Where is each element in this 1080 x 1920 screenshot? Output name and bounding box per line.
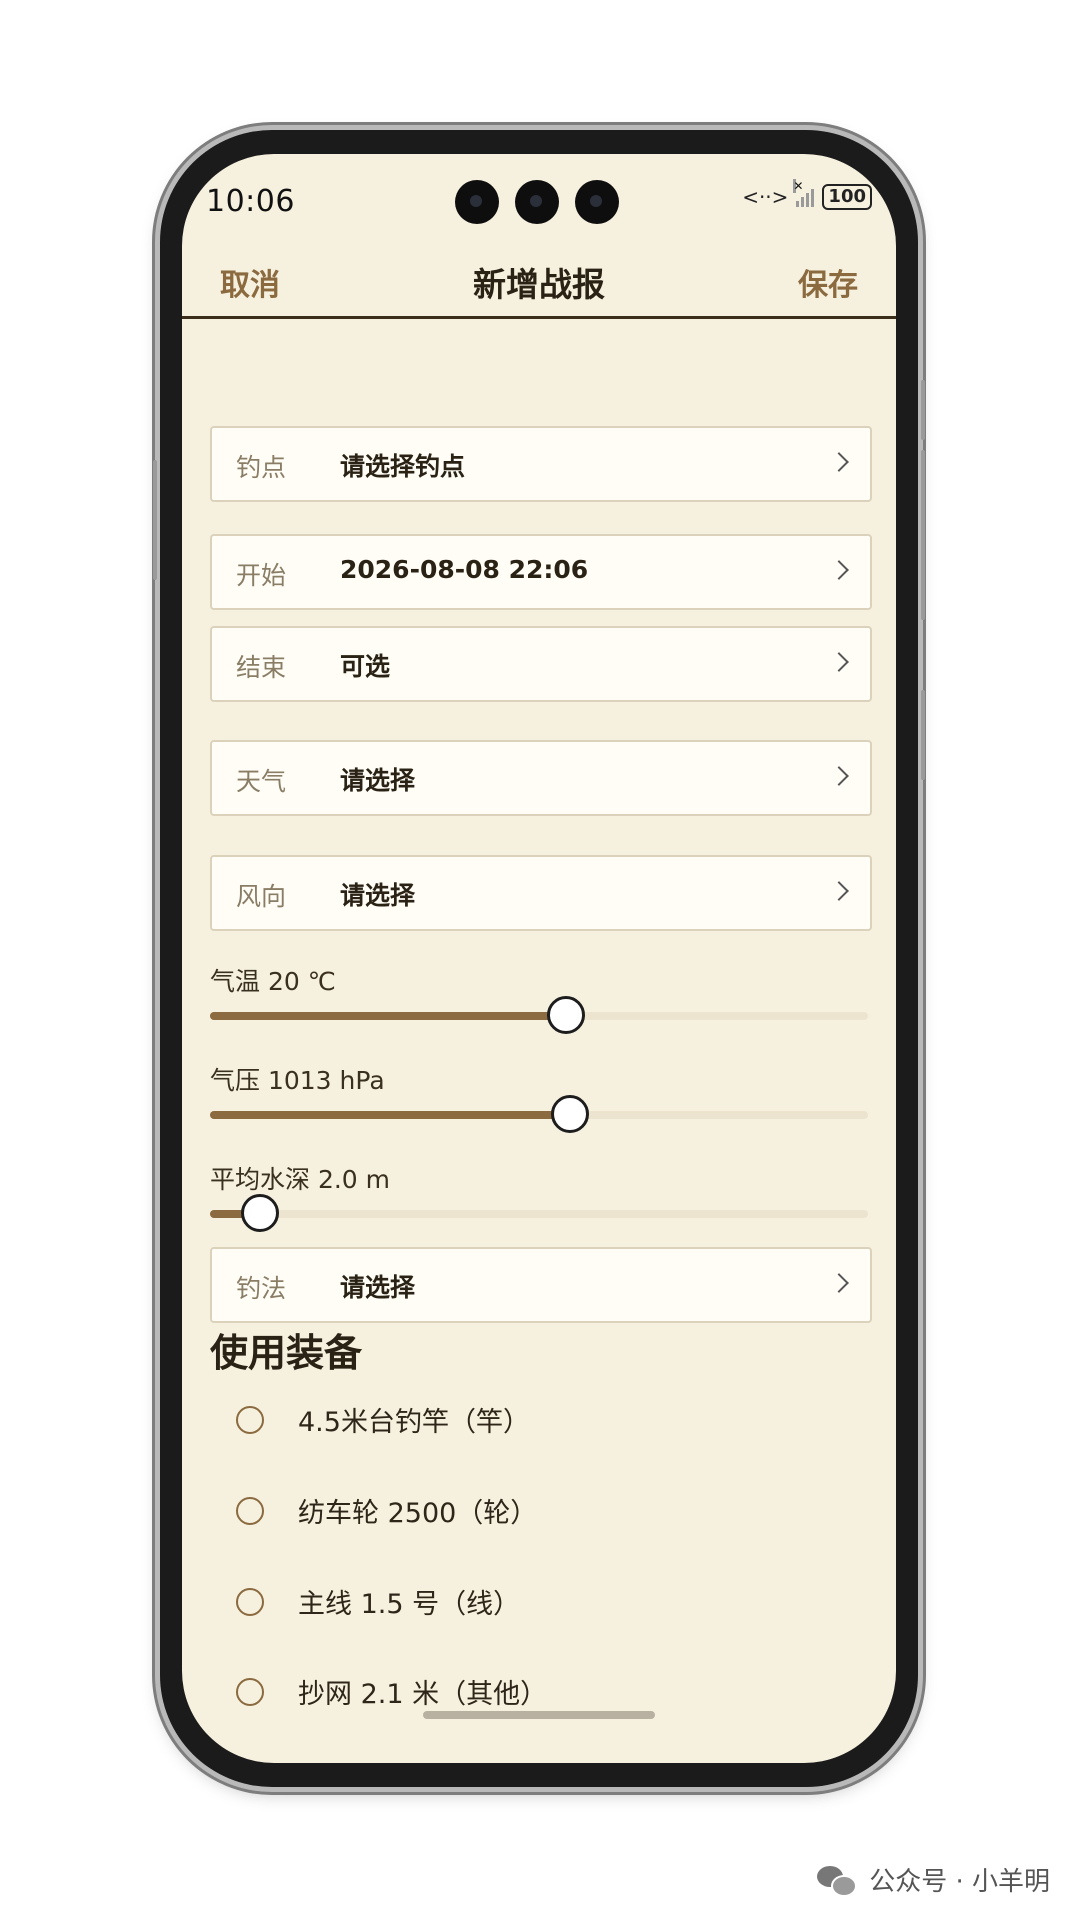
chevron-right-icon — [829, 560, 849, 580]
screen: 10:06 <··> ✕ 100 取消 新增战报 保存 钓点 请选择钓点 开始 … — [182, 154, 896, 1763]
radio-button[interactable] — [236, 1496, 264, 1525]
depth-slider-thumb[interactable] — [240, 1194, 279, 1232]
end-time-field[interactable]: 结束 可选 — [210, 626, 872, 702]
equipment-item[interactable]: 4.5米台钓竿（竿） — [236, 1400, 530, 1439]
nav-bar: 取消 新增战报 保存 — [182, 244, 896, 319]
watermark: 公众号 · 小羊明 — [817, 1861, 1050, 1898]
phone-frame: 10:06 <··> ✕ 100 取消 新增战报 保存 钓点 请选择钓点 开始 … — [153, 130, 925, 1787]
pressure-label: 气压 1013 hPa — [210, 1066, 385, 1095]
end-value: 可选 — [340, 652, 391, 681]
chevron-right-icon — [829, 452, 849, 472]
start-time-field[interactable]: 开始 2026-08-08 22:06 — [210, 534, 872, 610]
method-value: 请选择 — [340, 1273, 416, 1302]
weather-field[interactable]: 天气 请选择 — [210, 740, 872, 816]
home-indicator[interactable] — [423, 1711, 655, 1719]
camera-icon — [455, 180, 499, 224]
camera-cutout — [455, 180, 619, 224]
temperature-slider-fill — [210, 1012, 566, 1020]
spot-value: 请选择钓点 — [340, 452, 466, 481]
chevron-right-icon — [829, 652, 849, 672]
save-button[interactable]: 保存 — [798, 260, 858, 304]
status-time: 10:06 — [206, 184, 295, 219]
watermark-text: 公众号 · 小羊明 — [869, 1867, 1050, 1897]
temperature-slider[interactable] — [210, 996, 868, 1034]
chevron-right-icon — [829, 881, 849, 901]
weather-value: 请选择 — [340, 766, 416, 795]
wind-direction-field[interactable]: 风向 请选择 — [210, 855, 872, 931]
equipment-item[interactable]: 抄网 2.1 米（其他） — [236, 1672, 547, 1711]
phone-side-button — [921, 450, 925, 620]
spot-label: 钓点 — [236, 453, 287, 482]
equipment-item[interactable]: 主线 1.5 号（线） — [236, 1582, 520, 1621]
phone-side-button — [153, 460, 157, 580]
equipment-item-label: 纺车轮 2500（轮） — [298, 1498, 538, 1529]
camera-icon — [575, 180, 619, 224]
wechat-icon — [817, 1864, 858, 1897]
depth-slider[interactable] — [210, 1194, 868, 1232]
battery-icon: 100 — [822, 184, 872, 210]
radio-button[interactable] — [236, 1405, 264, 1434]
wind-value: 请选择 — [340, 881, 416, 910]
pressure-slider-thumb[interactable] — [550, 1095, 589, 1133]
equipment-item-label: 主线 1.5 号（线） — [298, 1589, 521, 1620]
equipment-item[interactable]: 纺车轮 2500（轮） — [236, 1491, 537, 1530]
weather-label: 天气 — [236, 767, 287, 796]
pressure-slider[interactable] — [210, 1095, 868, 1133]
signal-icon: ✕ — [793, 179, 815, 207]
equipment-item-label: 4.5米台钓竿（竿） — [298, 1407, 530, 1438]
status-icons: <··> ✕ 100 — [742, 179, 872, 210]
equipment-item-label: 抄网 2.1 米（其他） — [298, 1679, 548, 1710]
phone-side-button — [921, 380, 925, 440]
temperature-label: 气温 20 ℃ — [210, 967, 336, 996]
end-label: 结束 — [236, 653, 287, 682]
data-transfer-icon: <··> — [742, 185, 789, 209]
equipment-section-title: 使用装备 — [210, 1331, 363, 1375]
radio-button[interactable] — [236, 1677, 264, 1706]
camera-icon — [515, 180, 559, 224]
phone-side-button — [921, 690, 925, 780]
status-bar: 10:06 <··> ✕ 100 — [182, 154, 896, 244]
spot-field[interactable]: 钓点 请选择钓点 — [210, 426, 872, 502]
radio-button[interactable] — [236, 1587, 264, 1616]
temperature-slider-thumb[interactable] — [547, 996, 586, 1034]
pressure-slider-fill — [210, 1111, 569, 1119]
start-value: 2026-08-08 22:06 — [340, 555, 589, 584]
method-label: 钓法 — [236, 1274, 287, 1303]
wind-label: 风向 — [236, 882, 287, 911]
chevron-right-icon — [829, 1273, 849, 1293]
page-title: 新增战报 — [473, 265, 605, 304]
fishing-method-field[interactable]: 钓法 请选择 — [210, 1247, 872, 1323]
chevron-right-icon — [829, 766, 849, 786]
start-label: 开始 — [236, 561, 287, 590]
depth-label: 平均水深 2.0 m — [210, 1165, 391, 1194]
